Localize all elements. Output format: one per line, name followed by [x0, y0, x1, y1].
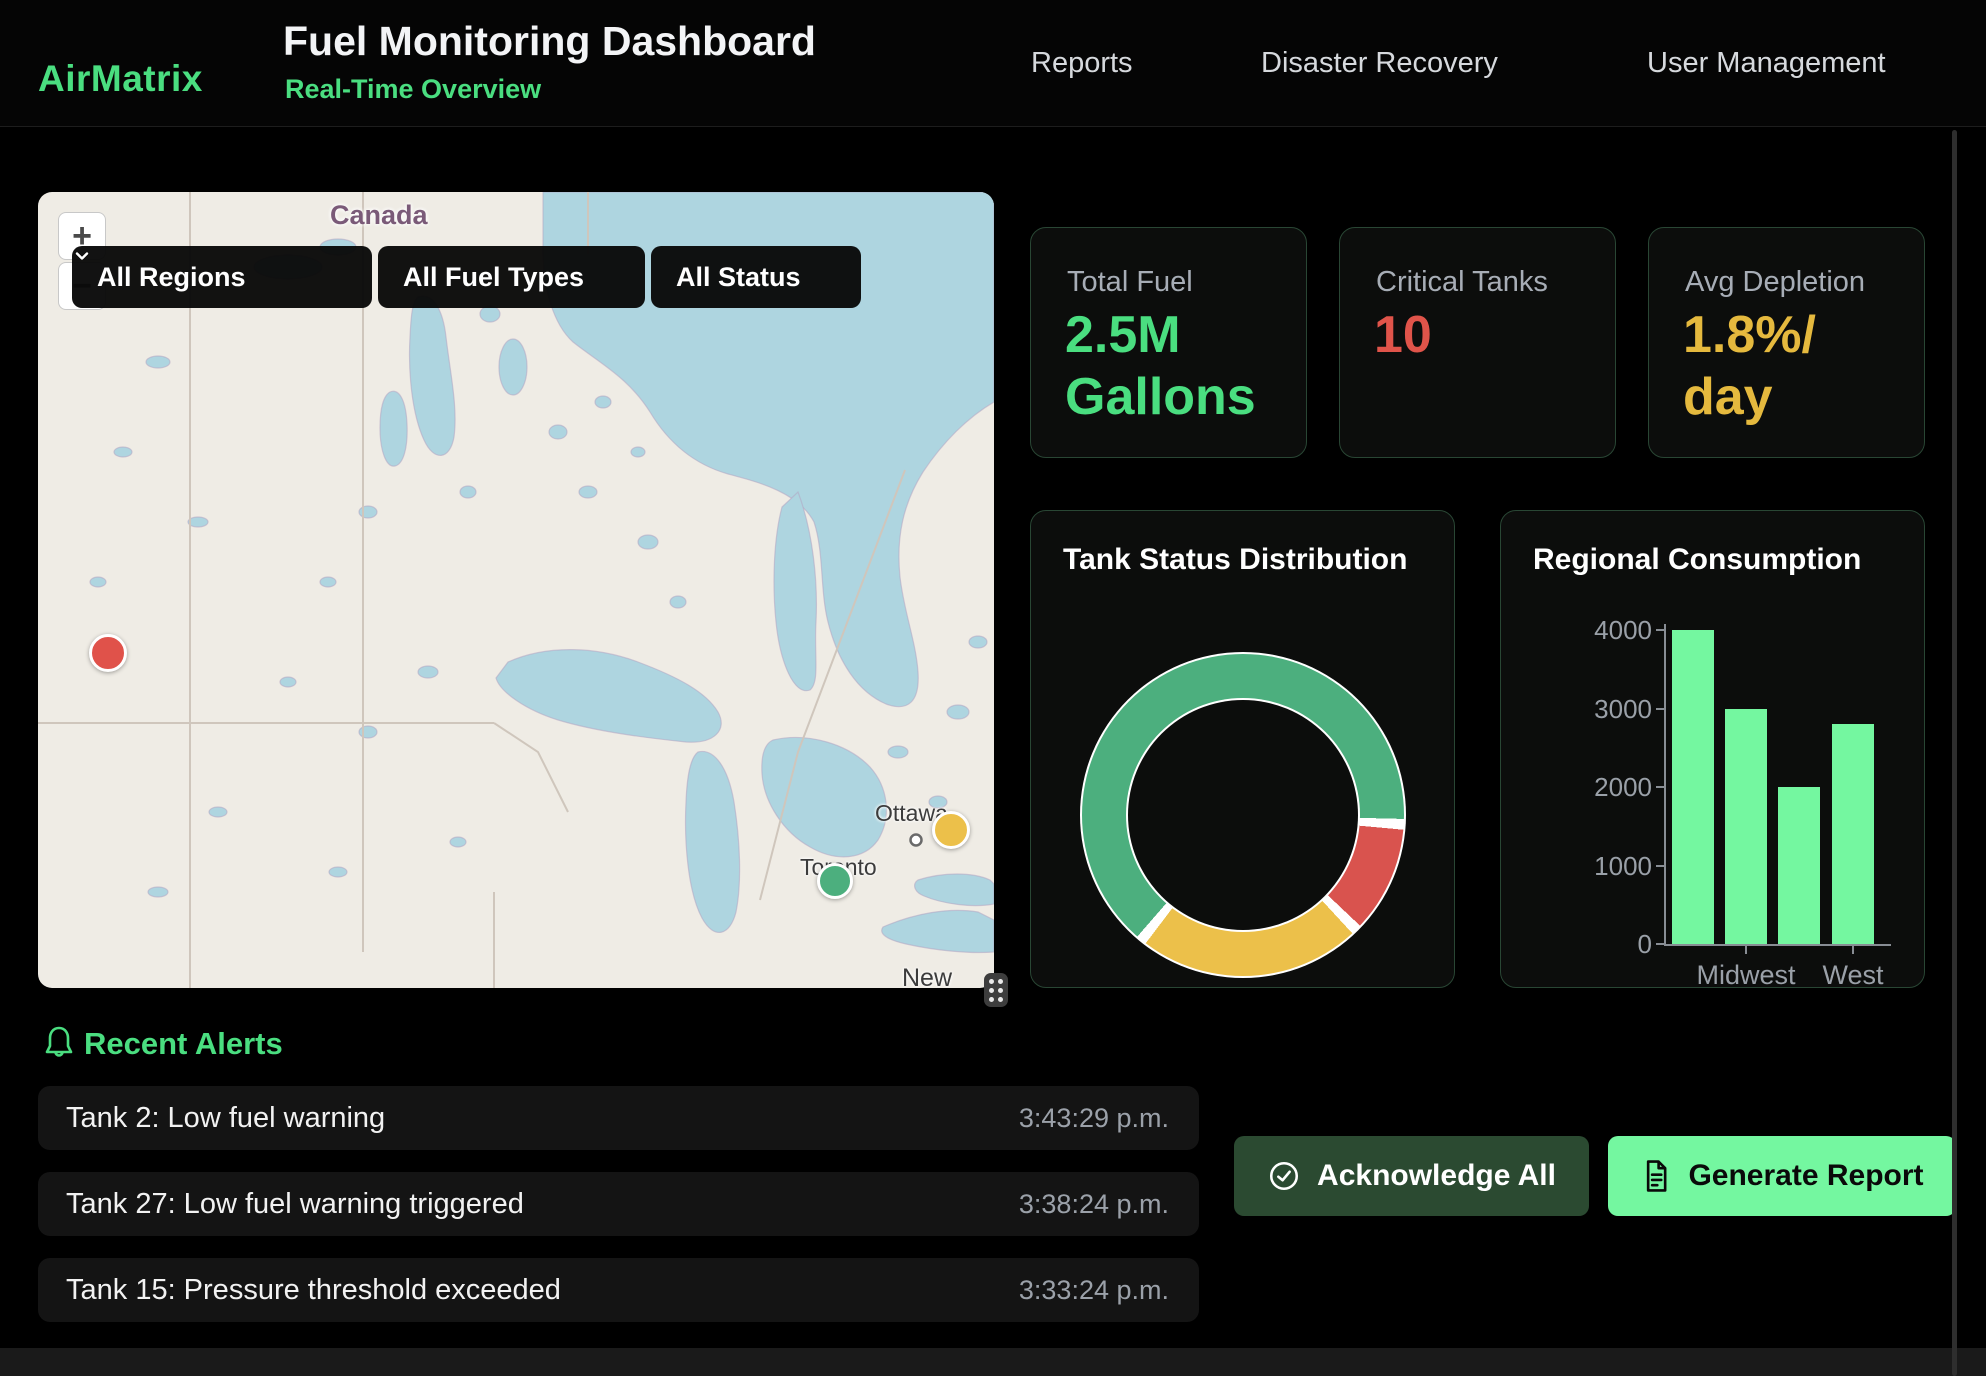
map-label-newyork: New York [902, 964, 994, 988]
y-tick-mark [1656, 943, 1664, 945]
y-tick-label: 2000 [1572, 772, 1652, 803]
filter-dropdown-all-status[interactable]: All Status [651, 246, 861, 308]
nav-user-management[interactable]: User Management [1647, 47, 1886, 80]
alert-row[interactable]: Tank 2: Low fuel warning 3:43:29 p.m. [38, 1086, 1199, 1150]
y-tick-mark [1656, 708, 1664, 710]
bottom-bar [0, 1348, 1986, 1376]
acknowledge-all-label: Acknowledge All [1317, 1159, 1556, 1193]
acknowledge-all-button[interactable]: Acknowledge All [1234, 1136, 1589, 1216]
ottawa-town-icon [908, 832, 924, 848]
map-panel[interactable]: Canada Ottawa Toronto New York + − All R… [38, 192, 994, 988]
stat-label: Total Fuel [1067, 266, 1193, 299]
stat-card-avg-depletion: Avg Depletion 1.8%/day [1648, 227, 1925, 458]
bar-region-3[interactable] [1778, 787, 1820, 944]
x-tick-mark [1852, 946, 1854, 954]
stat-card-total-fuel: Total Fuel 2.5MGallons [1030, 227, 1307, 458]
stat-value: 10 [1374, 304, 1432, 366]
bar-Midwest[interactable] [1725, 709, 1767, 945]
report-document-icon [1640, 1159, 1672, 1193]
page-title: Fuel Monitoring Dashboard [283, 18, 816, 65]
donut-hole [1128, 700, 1358, 930]
check-circle-icon [1267, 1159, 1301, 1193]
chevron-down-icon [72, 246, 92, 266]
y-tick-mark [1656, 629, 1664, 631]
header: AirMatrix Fuel Monitoring Dashboard Real… [0, 0, 1986, 127]
tank-marker-normal[interactable] [817, 863, 853, 899]
tank-marker-critical[interactable] [89, 634, 127, 672]
generate-report-label: Generate Report [1688, 1159, 1923, 1193]
nav-disaster-recovery[interactable]: Disaster Recovery [1261, 47, 1498, 80]
y-tick-mark [1656, 865, 1664, 867]
y-tick-label: 4000 [1572, 615, 1652, 646]
tank-status-title: Tank Status Distribution [1063, 543, 1407, 577]
regional-consumption-card: Regional Consumption 01000200030004000Mi… [1500, 510, 1925, 988]
bar-West[interactable] [1832, 724, 1874, 944]
x-axis-line [1664, 944, 1891, 946]
alert-row[interactable]: Tank 15: Pressure threshold exceeded 3:3… [38, 1258, 1199, 1322]
bar-region-1[interactable] [1672, 630, 1714, 944]
alert-timestamp: 3:33:24 p.m. [1019, 1275, 1169, 1306]
x-tick-label: West [1783, 960, 1923, 991]
stat-label: Critical Tanks [1376, 266, 1548, 299]
resize-grip[interactable] [984, 973, 1008, 1007]
y-tick-mark [1656, 786, 1664, 788]
alert-text: Tank 2: Low fuel warning [66, 1102, 385, 1135]
alerts-heading: Recent Alerts [84, 1026, 283, 1062]
alert-text: Tank 27: Low fuel warning triggered [66, 1188, 524, 1221]
alert-timestamp: 3:43:29 p.m. [1019, 1103, 1169, 1134]
filter-label: All Status [676, 262, 801, 293]
filter-label: All Regions [97, 262, 246, 293]
page-subtitle: Real-Time Overview [285, 74, 541, 105]
app-logo: AirMatrix [38, 58, 203, 100]
generate-report-button[interactable]: Generate Report [1608, 1136, 1956, 1216]
nav-reports[interactable]: Reports [1031, 47, 1133, 80]
regional-consumption-title: Regional Consumption [1533, 543, 1861, 577]
tank-status-card: Tank Status Distribution [1030, 510, 1455, 988]
tank-marker-warning[interactable] [932, 811, 970, 849]
y-tick-label: 0 [1572, 929, 1652, 960]
stat-value: 2.5MGallons [1065, 304, 1256, 429]
y-tick-label: 1000 [1572, 851, 1652, 882]
map-label-canada: Canada [330, 200, 428, 231]
filter-dropdown-all-regions[interactable]: All Regions [72, 246, 372, 308]
map-filter-bar: All Regions All Fuel Types All Status [72, 246, 861, 308]
stat-label: Avg Depletion [1685, 266, 1865, 299]
alert-text: Tank 15: Pressure threshold exceeded [66, 1274, 561, 1307]
bell-icon [42, 1024, 76, 1062]
alert-row[interactable]: Tank 27: Low fuel warning triggered 3:38… [38, 1172, 1199, 1236]
stat-card-critical-tanks: Critical Tanks 10 [1339, 227, 1616, 458]
y-tick-label: 3000 [1572, 694, 1652, 725]
x-tick-mark [1745, 946, 1747, 954]
filter-label: All Fuel Types [403, 262, 584, 293]
alert-timestamp: 3:38:24 p.m. [1019, 1189, 1169, 1220]
scrollbar[interactable] [1952, 130, 1957, 1376]
stat-value: 1.8%/day [1683, 304, 1816, 429]
y-axis-line [1664, 624, 1666, 946]
filter-dropdown-all-fuel-types[interactable]: All Fuel Types [378, 246, 645, 308]
